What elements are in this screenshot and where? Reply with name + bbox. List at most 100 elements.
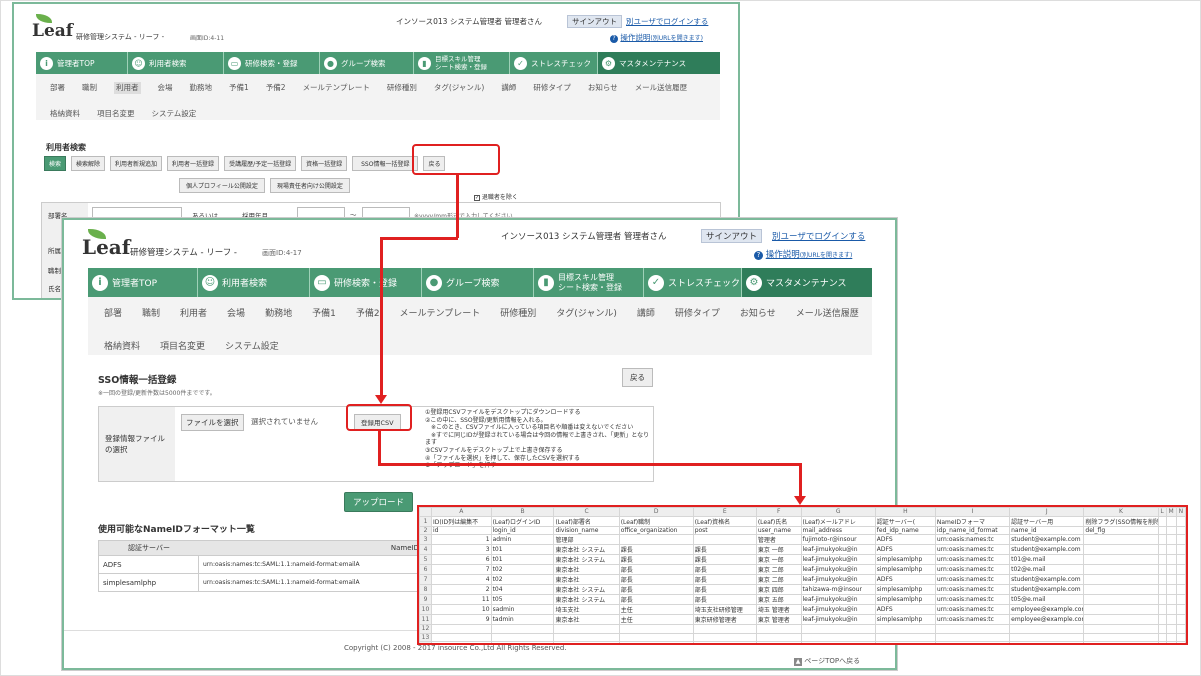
sheet-cell[interactable] <box>800 632 876 643</box>
other-user-login-link[interactable]: 別ユーザでログインする <box>772 230 865 242</box>
sheet-cell[interactable] <box>1165 594 1177 606</box>
sheet-cell[interactable]: 東京研修管理者 <box>692 614 757 626</box>
sheet-cell[interactable]: 東京 管理者 <box>755 614 802 626</box>
sheet-cell[interactable] <box>618 632 694 643</box>
sheet-cell[interactable]: (Leaf)メールアドレ <box>800 515 876 527</box>
sheet-cell[interactable]: 東京本社 <box>553 574 620 586</box>
help-link[interactable]: ? 操作説明(別URLを開きます) <box>754 248 852 260</box>
sheet-cell[interactable] <box>1083 641 1159 643</box>
sheet-cell[interactable]: 管理者 <box>755 534 802 546</box>
back-button[interactable]: 戻る <box>622 368 653 387</box>
bulk-qualification-button[interactable]: 資格一括登録 <box>301 156 348 171</box>
nav-training-search[interactable]: ▭ 研修検索・登録 <box>310 268 422 297</box>
sheet-cell[interactable] <box>1157 594 1167 606</box>
row-number[interactable]: 3 <box>419 534 432 546</box>
sheet-cell[interactable] <box>618 624 694 634</box>
sheet-cell[interactable] <box>1175 525 1186 536</box>
sheet-cell[interactable] <box>755 624 802 634</box>
choose-file-button[interactable]: ファイルを選択 <box>181 414 244 431</box>
sheet-cell[interactable]: simplesamlphp <box>874 554 936 566</box>
sheet-cell[interactable]: simplesamlphp <box>874 614 936 626</box>
row-number[interactable]: 9 <box>419 594 432 606</box>
sheet-cell[interactable] <box>1083 584 1159 596</box>
sheet-cell[interactable] <box>1175 604 1186 616</box>
sheet-cell[interactable]: del_flg <box>1083 525 1159 536</box>
manager-public-button[interactable]: 現場責任者向け公開設定 <box>269 178 350 193</box>
column-header[interactable]: D <box>618 507 694 517</box>
sheet-cell[interactable]: 9 <box>431 614 492 626</box>
sheet-cell[interactable]: ADFS <box>874 604 936 616</box>
sheet-cell[interactable]: student@example.com <box>1009 544 1085 556</box>
sheet-cell[interactable] <box>431 624 492 634</box>
column-header[interactable]: J <box>1009 507 1085 517</box>
subnav-spare2[interactable]: 予備2 <box>266 82 286 94</box>
row-number[interactable]: 8 <box>419 584 432 596</box>
subnav-mail-history[interactable]: メール送信履歴 <box>796 306 859 322</box>
nav-admin-top[interactable]: i 管理者TOP <box>88 268 198 297</box>
bulk-history-register-button[interactable]: 受講履歴/予定一括登録 <box>224 156 297 171</box>
sheet-cell[interactable]: 部長 <box>692 594 757 606</box>
sheet-cell[interactable]: t04 <box>490 584 555 596</box>
sheet-cell[interactable] <box>1157 554 1167 566</box>
subnav-training-type[interactable]: 研修種別 <box>500 306 536 322</box>
sheet-cell[interactable]: (Leaf)ログインID <box>490 515 555 527</box>
sheet-cell[interactable]: ADFS <box>874 574 936 586</box>
sheet-cell[interactable] <box>1175 624 1186 634</box>
sheet-cell[interactable] <box>1165 641 1177 643</box>
subnav-training-kind[interactable]: 研修タイプ <box>675 306 720 322</box>
sheet-cell[interactable]: leaf-jimukyoku@in <box>800 554 876 566</box>
sheet-cell[interactable]: 管理部 <box>553 534 620 546</box>
subnav-tag[interactable]: タグ(ジャンル) <box>434 82 484 94</box>
sheet-cell[interactable]: t05 <box>490 594 555 606</box>
sheet-cell[interactable] <box>1009 624 1085 634</box>
sheet-cell[interactable] <box>692 534 757 546</box>
sheet-cell[interactable]: 東京本社 システム <box>553 544 620 556</box>
nav-skill-sheet[interactable]: ▮ 目標スキル管理 シート検索・登録 <box>414 52 510 74</box>
sheet-cell[interactable] <box>692 632 757 643</box>
sheet-cell[interactable] <box>1165 632 1177 643</box>
sheet-cell[interactable] <box>1175 564 1186 576</box>
sheet-cell[interactable] <box>1157 525 1167 536</box>
sheet-cell[interactable] <box>692 641 757 643</box>
sheet-cell[interactable] <box>1157 564 1167 576</box>
row-number[interactable]: 7 <box>419 574 432 586</box>
subnav-documents[interactable]: 格納資料 <box>104 339 140 355</box>
subnav-item-names[interactable]: 項目名変更 <box>97 108 135 120</box>
sheet-cell[interactable] <box>1165 534 1177 546</box>
sheet-cell[interactable] <box>1083 594 1159 606</box>
sheet-cell[interactable] <box>1083 554 1159 566</box>
nav-admin-top[interactable]: i 管理者TOP <box>36 52 128 74</box>
bulk-user-register-button[interactable]: 利用者一括登録 <box>167 156 220 171</box>
sheet-cell[interactable]: office_organization <box>618 525 694 536</box>
sheet-cell[interactable]: 部長 <box>692 574 757 586</box>
row-number[interactable]: 11 <box>419 614 432 626</box>
sheet-cell[interactable]: t05@e.mail <box>1009 594 1085 606</box>
nav-user-search[interactable]: ☺ 利用者検索 <box>198 268 310 297</box>
column-header[interactable]: N <box>1175 507 1186 517</box>
sheet-cell[interactable] <box>1165 525 1177 536</box>
sheet-cell[interactable]: 認証サーバー( <box>874 515 936 527</box>
column-header[interactable]: B <box>490 507 555 517</box>
sheet-cell[interactable] <box>755 632 802 643</box>
sheet-cell[interactable] <box>1157 515 1167 527</box>
sheet-cell[interactable] <box>1165 584 1177 596</box>
row-number[interactable]: 12 <box>419 624 432 634</box>
sheet-cell[interactable]: student@example.com <box>1009 534 1085 546</box>
sheet-cell[interactable] <box>934 632 1011 643</box>
subnav-workplace[interactable]: 勤務地 <box>265 306 292 322</box>
sheet-cell[interactable]: 認証サーバー用 <box>1009 515 1085 527</box>
sheet-cell[interactable]: (Leaf)資格名 <box>692 515 757 527</box>
sheet-cell[interactable]: urn:oasis:names:tc <box>934 564 1011 576</box>
sheet-cell[interactable]: student@example.com <box>1009 584 1085 596</box>
sheet-cell[interactable]: 東京本社 システム <box>553 584 620 596</box>
sheet-cell[interactable]: 7 <box>431 564 492 576</box>
sheet-cell[interactable]: urn:oasis:names:tc <box>934 544 1011 556</box>
nav-stress-check[interactable]: ✓ ストレスチェック <box>644 268 742 297</box>
nav-user-search[interactable]: ☺ 利用者検索 <box>128 52 224 74</box>
sheet-cell[interactable]: urn:oasis:names:tc <box>934 584 1011 596</box>
sheet-cell[interactable]: 埼玉支社研修管理 <box>692 604 757 616</box>
subnav-mail-template[interactable]: メールテンプレート <box>303 82 370 94</box>
row-number[interactable]: 4 <box>419 544 432 556</box>
sheet-cell[interactable]: 3 <box>431 544 492 556</box>
sheet-cell[interactable] <box>874 632 936 643</box>
